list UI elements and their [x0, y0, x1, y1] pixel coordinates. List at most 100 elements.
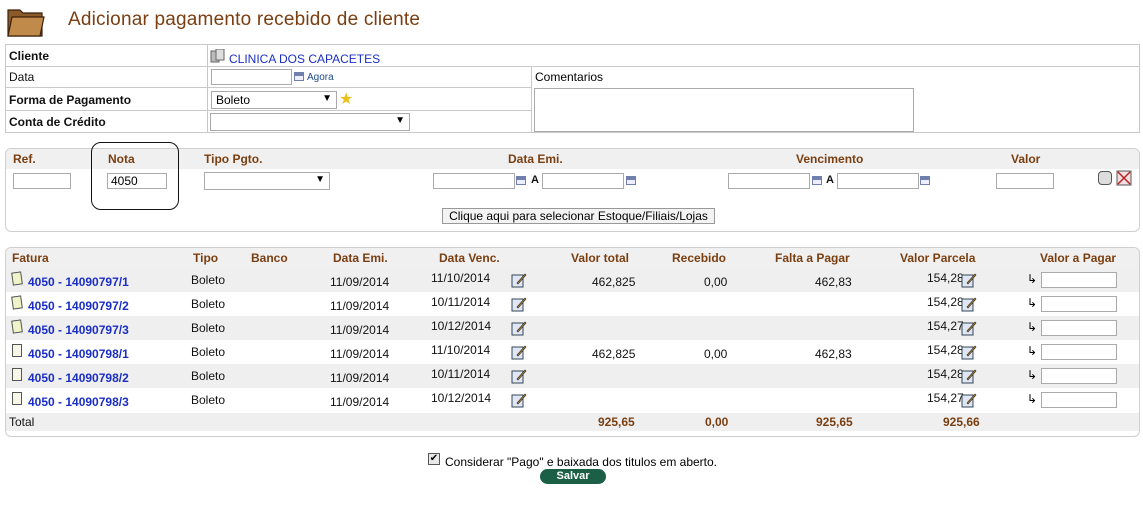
comentarios-textarea[interactable]	[534, 88, 914, 132]
edit-icon[interactable]	[961, 344, 977, 360]
conta-credito-label: Conta de Crédito	[9, 115, 106, 129]
edit-icon[interactable]	[961, 368, 977, 384]
fatura-link[interactable]: 4050 - 14090797/3	[28, 323, 129, 337]
data-emi-to-input[interactable]	[542, 173, 624, 189]
tipo-pgto-select[interactable]: ▼	[204, 172, 330, 190]
edit-icon[interactable]	[511, 368, 527, 384]
valor-pagar-input[interactable]	[1041, 320, 1117, 336]
conta-credito-select[interactable]: ▼	[210, 113, 410, 131]
between-label: A	[826, 174, 834, 186]
edit-icon[interactable]	[511, 296, 527, 312]
invoice-icon	[11, 319, 23, 334]
invoice-icon	[11, 271, 23, 286]
agora-link[interactable]: Agora	[307, 72, 334, 83]
calendar-icon[interactable]	[920, 176, 930, 185]
calendar-icon[interactable]	[626, 176, 636, 185]
calendar-icon[interactable]	[516, 176, 526, 185]
edit-icon[interactable]	[511, 344, 527, 360]
valor-pagar-input[interactable]	[1041, 392, 1117, 408]
data-emi-header: Data Emi.	[508, 152, 563, 166]
highlight-circle	[91, 142, 179, 210]
table-header: Fatura Tipo Banco Data Emi. Data Venc. V…	[6, 248, 1139, 268]
table-row: 4050 - 14090797/1 Boleto 11/09/2014 11/10/2…	[6, 268, 1139, 292]
data-emi-cell: 11/09/2014	[330, 347, 390, 361]
valor-pagar-input[interactable]	[1041, 272, 1117, 288]
chevron-down-icon: ▼	[322, 93, 332, 104]
return-arrow-icon: ↳	[1027, 272, 1038, 286]
col-data-emi: Data Emi.	[333, 251, 388, 265]
vencimento-from-input[interactable]	[728, 173, 810, 189]
valor-pagar-input[interactable]	[1041, 344, 1117, 360]
data-input[interactable]	[211, 69, 292, 85]
pago-checkbox[interactable]: ✔	[428, 453, 440, 465]
valor-total-cell: 462,825	[592, 347, 636, 361]
data-venc-cell: 10/11/2014	[431, 367, 491, 381]
total-valor-total: 925,65	[598, 415, 635, 429]
calendar-icon[interactable]	[812, 176, 822, 185]
edit-icon[interactable]	[511, 392, 527, 408]
edit-icon[interactable]	[961, 296, 977, 312]
cliente-link[interactable]: CLINICA DOS CAPACETES	[229, 52, 380, 66]
return-arrow-icon: ↳	[1027, 392, 1038, 406]
data-venc-cell: 10/12/2014	[431, 319, 492, 333]
total-label: Total	[9, 415, 35, 429]
edit-icon[interactable]	[961, 272, 977, 288]
ref-input[interactable]	[13, 173, 71, 189]
col-parcela: Valor Parcela	[900, 251, 976, 265]
save-button[interactable]: Salvar	[540, 469, 606, 484]
tipo-cell: Boleto	[191, 393, 226, 407]
select-stock-button[interactable]: Clique aqui para selecionar Estoque/Fili…	[442, 208, 715, 224]
fatura-link[interactable]: 4050 - 14090797/2	[28, 299, 129, 313]
data-venc-cell: 10/12/2014	[431, 391, 492, 405]
fatura-link[interactable]: 4050 - 14090798/2	[28, 371, 129, 385]
parcela-cell: 154,27	[927, 391, 964, 405]
return-arrow-icon: ↳	[1027, 344, 1038, 358]
recebido-cell: 0,00	[704, 275, 728, 289]
valor-pagar-input[interactable]	[1041, 368, 1117, 384]
client-icon	[210, 48, 225, 63]
fatura-link[interactable]: 4050 - 14090798/1	[28, 347, 129, 361]
parcela-cell: 154,28	[927, 367, 964, 381]
tipo-cell: Boleto	[191, 321, 226, 335]
edit-icon[interactable]	[961, 320, 977, 336]
calendar-icon[interactable]	[294, 72, 304, 81]
tipo-cell: Boleto	[191, 345, 226, 359]
falta-cell: 462,83	[815, 347, 852, 361]
clear-icon[interactable]	[1116, 170, 1132, 189]
data-emi-from-input[interactable]	[433, 173, 515, 189]
return-arrow-icon: ↳	[1027, 296, 1038, 310]
invoice-icon	[12, 392, 22, 405]
data-emi-cell: 11/09/2014	[330, 275, 390, 289]
total-recebido: 0,00	[705, 415, 729, 429]
invoice-icon	[12, 344, 22, 357]
edit-icon[interactable]	[961, 392, 977, 408]
data-label: Data	[9, 70, 35, 84]
vencimento-to-input[interactable]	[837, 173, 919, 189]
edit-icon[interactable]	[511, 320, 527, 336]
data-emi-cell: 11/09/2014	[330, 299, 390, 313]
folder-icon	[6, 4, 46, 38]
fatura-link[interactable]: 4050 - 14090797/1	[28, 275, 129, 289]
tipo-cell: Boleto	[191, 273, 226, 287]
invoice-icon	[12, 368, 22, 381]
total-falta: 925,65	[816, 415, 853, 429]
search-icon[interactable]	[1098, 171, 1112, 185]
col-valor-pagar: Valor a Pagar	[1040, 251, 1117, 265]
valor-pagar-input[interactable]	[1041, 296, 1117, 312]
fatura-link[interactable]: 4050 - 14090798/3	[28, 395, 129, 409]
data-venc-cell: 10/11/2014	[431, 295, 491, 309]
forma-pagamento-label: Forma de Pagamento	[9, 93, 132, 107]
return-arrow-icon: ↳	[1027, 320, 1038, 334]
valor-input[interactable]	[996, 173, 1054, 189]
star-icon[interactable]: ★	[339, 89, 353, 109]
total-row: Total 925,65 0,00 925,65 925,66	[6, 413, 1139, 431]
edit-icon[interactable]	[511, 272, 527, 288]
chevron-down-icon: ▼	[315, 174, 325, 185]
forma-pagamento-select[interactable]: Boleto ▼	[211, 91, 337, 109]
col-tipo: Tipo	[193, 251, 219, 265]
tipo-pgto-header: Tipo Pgto.	[204, 152, 263, 166]
table-row: 4050 - 14090798/1 Boleto 11/09/2014 11/10/2…	[6, 340, 1139, 364]
col-recebido: Recebido	[672, 251, 727, 265]
valor-total-cell: 462,825	[592, 275, 636, 289]
page-title: Adicionar pagamento recebido de cliente	[68, 9, 421, 30]
